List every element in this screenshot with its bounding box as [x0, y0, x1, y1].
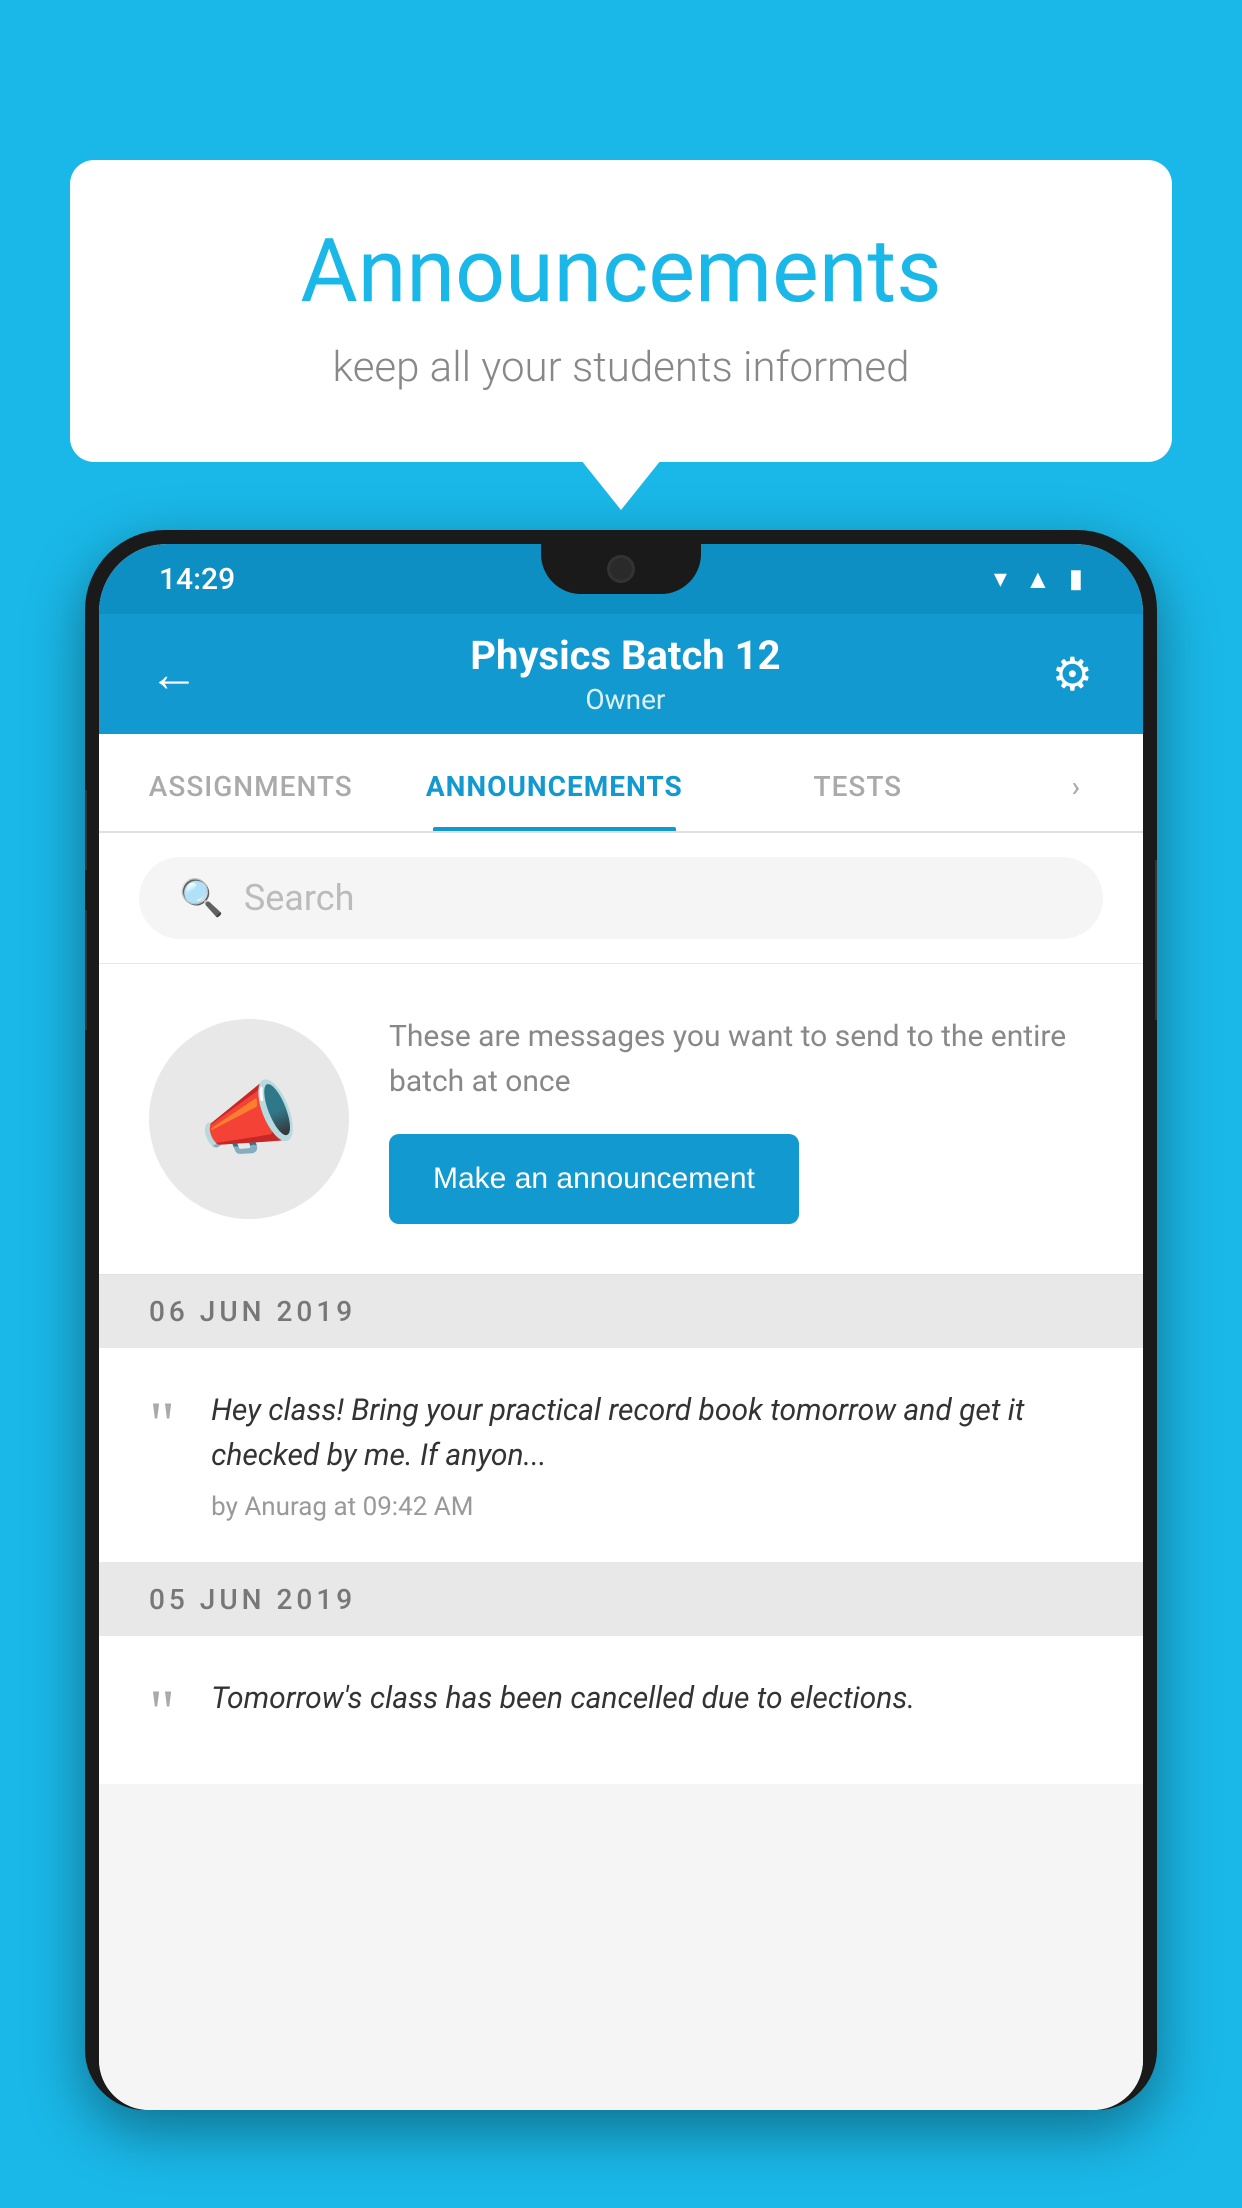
megaphone-icon: 📣: [199, 1072, 299, 1166]
status-icons: ▾ ▲ ▮: [994, 564, 1083, 595]
announcement-message-1: Hey class! Bring your practical record b…: [211, 1388, 1093, 1478]
promo-section: 📣 These are messages you want to send to…: [99, 964, 1143, 1275]
phone-outer: 14:29 ▾ ▲ ▮ ← Physics Batch 12 Owner ⚙: [85, 530, 1157, 2110]
make-announcement-button[interactable]: Make an announcement: [389, 1134, 799, 1224]
quote-icon-1: ": [149, 1392, 175, 1456]
promo-right: These are messages you want to send to t…: [389, 1014, 1093, 1224]
date-divider-2: 05 JUN 2019: [99, 1563, 1143, 1636]
tab-assignments[interactable]: ASSIGNMENTS: [99, 734, 403, 831]
announcement-message-2: Tomorrow's class has been cancelled due …: [211, 1676, 1093, 1721]
tab-more[interactable]: ›: [1010, 734, 1143, 831]
screen-content: 🔍 Search 📣 These are messages you want t…: [99, 833, 1143, 2110]
wifi-icon: ▾: [994, 564, 1007, 594]
front-camera: [607, 555, 635, 583]
announcement-item-2[interactable]: " Tomorrow's class has been cancelled du…: [99, 1636, 1143, 1784]
tabs-bar: ASSIGNMENTS ANNOUNCEMENTS TESTS ›: [99, 734, 1143, 833]
signal-icon: ▲: [1025, 564, 1051, 595]
search-icon: 🔍: [179, 877, 224, 919]
announcement-item-1[interactable]: " Hey class! Bring your practical record…: [99, 1348, 1143, 1563]
tab-tests[interactable]: TESTS: [706, 734, 1010, 831]
search-bar[interactable]: 🔍 Search: [99, 833, 1143, 964]
announcement-text-1: Hey class! Bring your practical record b…: [211, 1388, 1093, 1522]
app-header: ← Physics Batch 12 Owner ⚙: [99, 614, 1143, 734]
speech-bubble-container: Announcements keep all your students inf…: [70, 160, 1172, 462]
volume-up-button: [85, 790, 87, 870]
search-input-wrapper[interactable]: 🔍 Search: [139, 857, 1103, 939]
power-button: [1155, 860, 1157, 1020]
bubble-title: Announcements: [150, 220, 1092, 323]
header-center: Physics Batch 12 Owner: [470, 632, 780, 716]
status-time: 14:29: [159, 562, 235, 597]
batch-title: Physics Batch 12: [470, 632, 780, 679]
announcement-text-2: Tomorrow's class has been cancelled due …: [211, 1676, 1093, 1721]
quote-icon-2: ": [149, 1680, 175, 1744]
promo-description: These are messages you want to send to t…: [389, 1014, 1093, 1104]
phone-mockup: 14:29 ▾ ▲ ▮ ← Physics Batch 12 Owner ⚙: [85, 530, 1157, 2208]
megaphone-circle: 📣: [149, 1019, 349, 1219]
bubble-subtitle: keep all your students informed: [150, 343, 1092, 392]
date-divider-1: 06 JUN 2019: [99, 1275, 1143, 1348]
back-button[interactable]: ←: [149, 645, 199, 704]
phone-notch: [541, 544, 701, 594]
volume-down-button: [85, 910, 87, 1030]
speech-bubble: Announcements keep all your students inf…: [70, 160, 1172, 462]
status-bar: 14:29 ▾ ▲ ▮: [99, 544, 1143, 614]
announcement-meta-1: by Anurag at 09:42 AM: [211, 1492, 1093, 1522]
tab-announcements[interactable]: ANNOUNCEMENTS: [403, 734, 707, 831]
settings-icon[interactable]: ⚙: [1052, 647, 1093, 702]
search-placeholder: Search: [244, 877, 355, 919]
batch-role: Owner: [470, 683, 780, 716]
phone-screen: 14:29 ▾ ▲ ▮ ← Physics Batch 12 Owner ⚙: [99, 544, 1143, 2110]
battery-icon: ▮: [1069, 564, 1083, 594]
